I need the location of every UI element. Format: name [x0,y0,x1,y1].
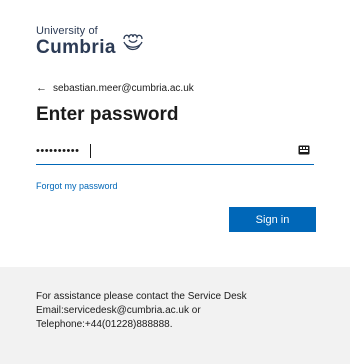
left-arrow-icon[interactable]: ← [36,82,47,94]
sign-in-card: University of Cumbria ← sebastian.meer@c… [0,0,350,252]
sign-in-button[interactable]: Sign in [229,207,316,232]
footer-line-3: Telephone:+44(01228)888888. [36,319,173,330]
keyboard-icon[interactable] [298,144,310,156]
forgot-password-link[interactable]: Forgot my password [36,181,118,191]
text-caret [90,144,91,158]
logo-wordmark: University of Cumbria [36,25,116,58]
logo-emblem-icon [123,33,143,50]
footer-panel: For assistance please contact the Servic… [0,267,350,364]
identity-banner: ← sebastian.meer@cumbria.ac.uk [36,82,194,94]
logo-line-2: Cumbria [36,37,116,58]
footer-line-2: Email:servicedesk@cumbria.ac.uk or [36,305,201,316]
password-field[interactable] [36,140,314,165]
assistance-text: For assistance please contact the Servic… [36,290,247,332]
page-title: Enter password [36,104,179,125]
footer-line-1: For assistance please contact the Servic… [36,291,247,302]
logo-line-1: University of [36,25,98,37]
identity-email: sebastian.meer@cumbria.ac.uk [53,82,194,94]
password-input[interactable] [36,140,286,162]
university-logo: University of Cumbria [36,26,146,57]
